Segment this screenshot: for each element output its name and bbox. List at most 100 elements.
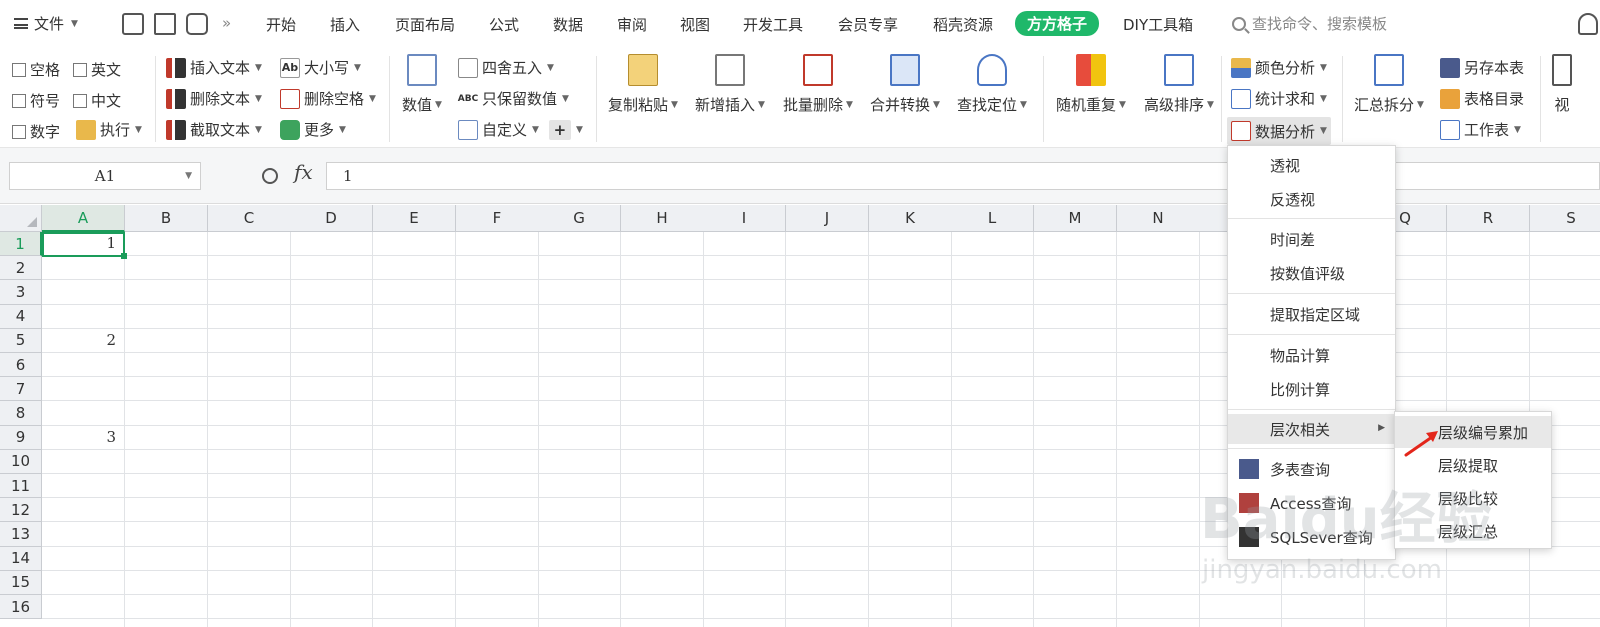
execute-button[interactable]: 执行 ▼ <box>76 119 142 140</box>
delete-space-button[interactable]: 删除空格 ▼ <box>280 88 376 109</box>
row-header-8[interactable]: 8 <box>0 401 42 426</box>
round-button[interactable]: 四舍五入 ▼ <box>458 57 554 78</box>
column-header-i[interactable]: I <box>703 205 786 232</box>
cell-a5[interactable]: 2 <box>42 331 120 349</box>
custom-button[interactable]: 自定义 ▼ + ▼ <box>458 119 583 140</box>
more-button[interactable]: 更多 ▼ <box>280 119 346 140</box>
column-header-c[interactable]: C <box>208 205 291 232</box>
stat-sum-button[interactable]: 统计求和 ▼ <box>1231 88 1327 109</box>
file-menu-button[interactable]: 文件 ▼ <box>14 13 78 34</box>
checkbox[interactable] <box>73 93 87 108</box>
row-header-7[interactable]: 7 <box>0 377 42 402</box>
advanced-sort-button[interactable]: 高级排序 ▼ <box>1144 54 1214 115</box>
cell-a1[interactable]: 1 <box>42 234 120 252</box>
cell-a9[interactable]: 3 <box>42 428 120 446</box>
save-icon[interactable] <box>122 13 144 35</box>
row-header-1[interactable]: 1 <box>0 232 42 257</box>
column-header-l[interactable]: L <box>951 205 1034 232</box>
color-analysis-button[interactable]: 颜色分析 ▼ <box>1231 57 1327 78</box>
tab-review[interactable]: 审阅 <box>617 14 647 35</box>
menu-item-pivot[interactable]: 透视 <box>1228 150 1395 180</box>
cut-view-button[interactable]: 视 <box>1552 54 1572 115</box>
sheet-toc-button[interactable]: 表格目录 <box>1440 88 1524 109</box>
menu-item-multi-table-query[interactable]: 多表查询 <box>1228 454 1395 484</box>
merge-convert-button[interactable]: 合并转换 ▼ <box>870 54 940 115</box>
column-header-m[interactable]: M <box>1034 205 1117 232</box>
menu-item-extract-region[interactable]: 提取指定区域 <box>1228 299 1395 329</box>
menu-item-sql-query[interactable]: SQLSever查询 <box>1228 522 1395 552</box>
column-header-k[interactable]: K <box>869 205 952 232</box>
name-box[interactable]: A1 ▼ <box>9 162 201 190</box>
keep-value-button[interactable]: ABC 只保留数值 ▼ <box>458 88 569 109</box>
tab-page-layout[interactable]: 页面布局 <box>395 14 455 35</box>
row-header-5[interactable]: 5 <box>0 328 42 353</box>
column-header-f[interactable]: F <box>456 205 539 232</box>
column-header-d[interactable]: D <box>290 205 373 232</box>
column-header-n[interactable]: N <box>1117 205 1200 232</box>
checkbox-chinese[interactable]: 中文 <box>73 90 121 111</box>
menu-item-ratio-calc[interactable]: 比例计算 <box>1228 374 1395 404</box>
tab-formulas[interactable]: 公式 <box>489 14 519 35</box>
command-search[interactable]: 查找命令、搜索模板 <box>1232 13 1387 34</box>
column-header-h[interactable]: H <box>621 205 704 232</box>
extract-text-button[interactable]: 截取文本 ▼ <box>166 119 262 140</box>
row-header-9[interactable]: 9 <box>0 425 42 450</box>
row-header-3[interactable]: 3 <box>0 280 42 305</box>
data-analysis-button[interactable]: 数据分析 ▼ <box>1227 117 1331 145</box>
insert-text-button[interactable]: 插入文本 ▼ <box>166 57 262 78</box>
tab-docer[interactable]: 稻壳资源 <box>933 14 993 35</box>
export-icon[interactable] <box>154 13 176 35</box>
submenu-item-level-summary[interactable]: 层级汇总 <box>1395 515 1551 547</box>
column-header-j[interactable]: J <box>786 205 869 232</box>
batch-delete-button[interactable]: 批量删除 ▼ <box>783 54 853 115</box>
checkbox[interactable] <box>12 124 26 139</box>
tab-fangfang[interactable]: 方方格子 <box>1015 11 1100 36</box>
menu-item-time-diff[interactable]: 时间差 <box>1228 224 1395 254</box>
checkbox[interactable] <box>12 62 26 77</box>
menu-item-item-calc[interactable]: 物品计算 <box>1228 340 1395 370</box>
column-header-a[interactable]: A <box>42 205 125 232</box>
column-header-s[interactable]: S <box>1530 205 1600 232</box>
menu-item-access-query[interactable]: Access查询 <box>1228 488 1395 518</box>
tab-developer[interactable]: 开发工具 <box>743 14 803 35</box>
tab-insert[interactable]: 插入 <box>330 14 360 35</box>
row-header-11[interactable]: 11 <box>0 474 42 499</box>
row-header-4[interactable]: 4 <box>0 304 42 329</box>
row-header-10[interactable]: 10 <box>0 449 42 474</box>
worksheet-button[interactable]: 工作表 ▼ <box>1440 119 1521 140</box>
tab-data[interactable]: 数据 <box>553 14 583 35</box>
print-icon[interactable] <box>186 13 208 35</box>
cloud-icon[interactable] <box>1578 13 1598 35</box>
checkbox-digit[interactable]: 数字 <box>12 121 60 142</box>
formula-input[interactable]: 1 <box>326 162 1600 190</box>
summary-split-button[interactable]: 汇总拆分 ▼ <box>1354 54 1424 115</box>
select-all-corner[interactable] <box>0 205 42 232</box>
tab-member[interactable]: 会员专享 <box>838 14 898 35</box>
column-header-b[interactable]: B <box>125 205 208 232</box>
checkbox-space[interactable]: 空格 <box>12 59 60 80</box>
menu-item-hierarchy[interactable]: 层次相关 ▶ <box>1228 414 1395 444</box>
column-header-e[interactable]: E <box>373 205 456 232</box>
row-header-12[interactable]: 12 <box>0 498 42 523</box>
delete-text-button[interactable]: 删除文本 ▼ <box>166 88 262 109</box>
submenu-item-level-compare[interactable]: 层级比较 <box>1395 482 1551 514</box>
row-header-15[interactable]: 15 <box>0 570 42 595</box>
random-repeat-button[interactable]: 随机重复 ▼ <box>1056 54 1126 115</box>
tab-view[interactable]: 视图 <box>680 14 710 35</box>
checkbox[interactable] <box>73 62 87 77</box>
value-button[interactable]: 数值 ▼ <box>402 54 442 115</box>
checkbox-symbol[interactable]: 符号 <box>12 90 60 111</box>
find-locate-button[interactable]: 查找定位 ▼ <box>957 54 1027 115</box>
overflow-icon[interactable]: » <box>222 14 231 32</box>
plus-icon[interactable]: + <box>548 119 571 140</box>
row-header-2[interactable]: 2 <box>0 256 42 281</box>
tab-diy-toolbox[interactable]: DIY工具箱 <box>1123 14 1193 35</box>
zoom-icon[interactable] <box>262 168 278 184</box>
case-button[interactable]: Ab 大小写 ▼ <box>280 57 361 78</box>
save-as-button[interactable]: 另存本表 <box>1440 57 1524 78</box>
fx-icon[interactable]: fx <box>294 160 313 184</box>
column-header-g[interactable]: G <box>538 205 621 232</box>
add-insert-button[interactable]: 新增插入 ▼ <box>695 54 765 115</box>
menu-item-unpivot[interactable]: 反透视 <box>1228 184 1395 214</box>
checkbox[interactable] <box>12 93 26 108</box>
